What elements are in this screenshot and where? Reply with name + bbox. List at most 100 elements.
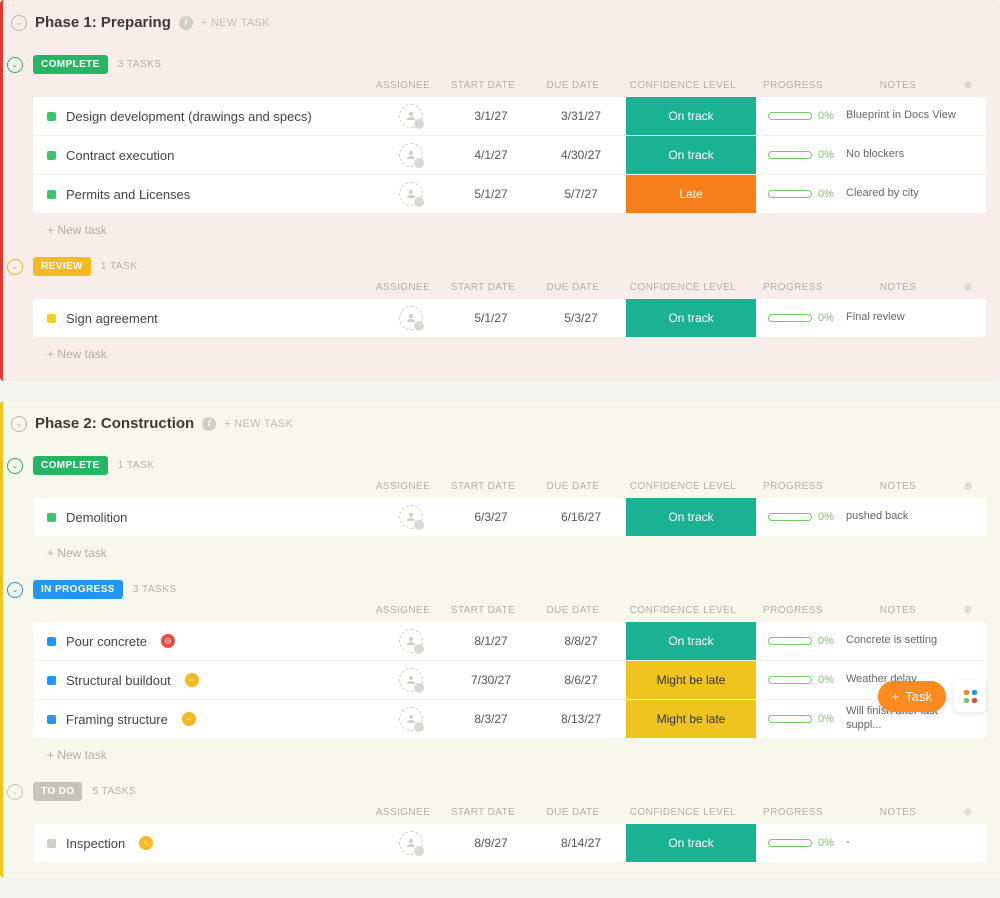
task-row[interactable]: Demolition 6/3/27 6/16/27 On track 0% pu…: [33, 498, 986, 536]
collapse-section-icon[interactable]: ⌄: [7, 57, 23, 73]
col-due: DUE DATE: [528, 282, 618, 293]
start-date[interactable]: 4/1/27: [446, 148, 536, 162]
new-task-link[interactable]: + New task: [33, 738, 986, 766]
due-date[interactable]: 8/14/27: [536, 836, 626, 850]
due-date[interactable]: 5/3/27: [536, 311, 626, 325]
confidence-cell[interactable]: On track: [626, 622, 756, 660]
assignee-avatar[interactable]: [399, 668, 423, 692]
due-date[interactable]: 8/8/27: [536, 634, 626, 648]
start-date[interactable]: 3/1/27: [446, 109, 536, 123]
status-square-icon: [47, 513, 56, 522]
new-task-link[interactable]: + NEW TASK: [201, 17, 270, 29]
progress-cell[interactable]: 0%: [756, 713, 846, 725]
assignee-avatar[interactable]: [399, 629, 423, 653]
progress-cell[interactable]: 0%: [756, 110, 846, 122]
due-date[interactable]: 4/30/27: [536, 148, 626, 162]
confidence-cell[interactable]: On track: [626, 97, 756, 135]
assignee-avatar[interactable]: [399, 505, 423, 529]
status-square-icon: [47, 839, 56, 848]
task-note[interactable]: pushed back: [846, 510, 966, 524]
col-notes: NOTES: [838, 605, 958, 616]
task-note[interactable]: Final review: [846, 311, 966, 325]
progress-cell[interactable]: 0%: [756, 837, 846, 849]
start-date[interactable]: 8/3/27: [446, 712, 536, 726]
col-progress: PROGRESS: [748, 605, 838, 616]
info-icon[interactable]: i: [179, 16, 193, 30]
due-date[interactable]: 5/7/27: [536, 187, 626, 201]
task-row[interactable]: Contract execution 4/1/27 4/30/27 On tra…: [33, 136, 986, 175]
assignee-avatar[interactable]: [399, 831, 423, 855]
status-pill[interactable]: REVIEW: [33, 257, 91, 276]
task-name: Framing structure: [66, 712, 168, 727]
start-date[interactable]: 5/1/27: [446, 187, 536, 201]
task-note[interactable]: Cleared by city: [846, 187, 966, 201]
grid-icon: [964, 690, 977, 703]
new-task-link[interactable]: + New task: [33, 337, 986, 365]
confidence-cell[interactable]: On track: [626, 136, 756, 174]
due-date[interactable]: 3/31/27: [536, 109, 626, 123]
progress-cell[interactable]: 0%: [756, 188, 846, 200]
task-note[interactable]: -: [846, 836, 966, 850]
status-pill[interactable]: TO DO: [33, 782, 82, 801]
task-row[interactable]: Permits and Licenses 5/1/27 5/7/27 Late …: [33, 175, 986, 213]
task-count: 1 TASK: [118, 460, 155, 471]
status-pill[interactable]: COMPLETE: [33, 55, 108, 74]
assignee-avatar[interactable]: [399, 143, 423, 167]
confidence-cell[interactable]: On track: [626, 299, 756, 337]
assignee-avatar[interactable]: [399, 306, 423, 330]
start-date[interactable]: 7/30/27: [446, 673, 536, 687]
info-icon[interactable]: i: [202, 417, 216, 431]
new-task-link[interactable]: + NEW TASK: [224, 418, 293, 430]
collapse-section-icon[interactable]: ⌄: [7, 784, 23, 800]
task-note[interactable]: Concrete is setting: [846, 634, 966, 648]
progress-cell[interactable]: 0%: [756, 312, 846, 324]
new-task-fab[interactable]: + Task: [878, 681, 946, 712]
assignee-avatar[interactable]: [399, 707, 423, 731]
collapse-section-icon[interactable]: ⌄: [7, 259, 23, 275]
col-start: START DATE: [438, 481, 528, 492]
collapse-phase-icon[interactable]: ⌄: [11, 416, 27, 432]
add-column-icon[interactable]: ⊕: [958, 605, 978, 616]
progress-cell[interactable]: 0%: [756, 149, 846, 161]
status-pill[interactable]: COMPLETE: [33, 456, 108, 475]
new-task-link[interactable]: + New task: [33, 536, 986, 564]
due-date[interactable]: 8/6/27: [536, 673, 626, 687]
assignee-avatar[interactable]: [399, 104, 423, 128]
collapse-phase-icon[interactable]: ⌄: [11, 15, 27, 31]
new-task-link[interactable]: + New task: [33, 213, 986, 241]
start-date[interactable]: 6/3/27: [446, 510, 536, 524]
confidence-cell[interactable]: On track: [626, 824, 756, 862]
col-progress: PROGRESS: [748, 80, 838, 91]
add-column-icon[interactable]: ⊕: [958, 80, 978, 91]
task-row[interactable]: Sign agreement 5/1/27 5/3/27 On track 0%…: [33, 299, 986, 337]
task-row[interactable]: Design development (drawings and specs) …: [33, 97, 986, 136]
task-note[interactable]: No blockers: [846, 148, 966, 162]
status-pill[interactable]: IN PROGRESS: [33, 580, 123, 599]
col-progress: PROGRESS: [748, 481, 838, 492]
start-date[interactable]: 8/9/27: [446, 836, 536, 850]
confidence-cell[interactable]: Might be late: [626, 661, 756, 699]
confidence-cell[interactable]: Might be late: [626, 700, 756, 738]
assignee-avatar[interactable]: [399, 182, 423, 206]
add-column-icon[interactable]: ⊕: [958, 282, 978, 293]
progress-cell[interactable]: 0%: [756, 511, 846, 523]
due-date[interactable]: 6/16/27: [536, 510, 626, 524]
progress-cell[interactable]: 0%: [756, 674, 846, 686]
confidence-cell[interactable]: Late: [626, 175, 756, 213]
task-row[interactable]: Structural buildout − 7/30/27 8/6/27 Mig…: [33, 661, 986, 700]
start-date[interactable]: 8/1/27: [446, 634, 536, 648]
task-note[interactable]: Blueprint in Docs View: [846, 109, 966, 123]
start-date[interactable]: 5/1/27: [446, 311, 536, 325]
collapse-section-icon[interactable]: ⌄: [7, 582, 23, 598]
progress-bar: [768, 314, 812, 322]
apps-grid-button[interactable]: [954, 680, 986, 712]
collapse-section-icon[interactable]: ⌄: [7, 458, 23, 474]
due-date[interactable]: 8/13/27: [536, 712, 626, 726]
task-row[interactable]: Pour concrete ⊖ 8/1/27 8/8/27 On track 0…: [33, 622, 986, 661]
confidence-cell[interactable]: On track: [626, 498, 756, 536]
add-column-icon[interactable]: ⊕: [958, 481, 978, 492]
add-column-icon[interactable]: ⊕: [958, 807, 978, 818]
task-row[interactable]: Framing structure − 8/3/27 8/13/27 Might…: [33, 700, 986, 738]
progress-cell[interactable]: 0%: [756, 635, 846, 647]
task-row[interactable]: Inspection − 8/9/27 8/14/27 On track 0% …: [33, 824, 986, 862]
